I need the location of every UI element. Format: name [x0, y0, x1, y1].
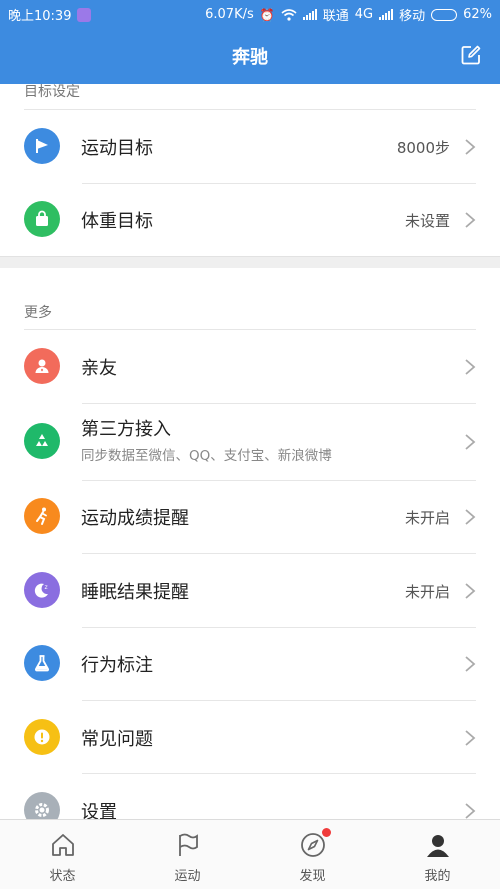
- wifi-icon: [281, 8, 297, 21]
- row-faq[interactable]: 常见问题: [0, 701, 500, 774]
- tab-discover[interactable]: 发现: [250, 820, 375, 889]
- chevron-right-icon: [465, 139, 476, 155]
- row-friends[interactable]: 亲友: [0, 330, 500, 403]
- status-time: 晚上10:39: [8, 9, 72, 24]
- svg-text:z: z: [45, 584, 48, 591]
- edit-icon[interactable]: [460, 44, 482, 66]
- row-third-party[interactable]: 第三方接入 同步数据至微信、QQ、支付宝、新浪微博: [0, 404, 500, 480]
- chevron-right-icon: [465, 212, 476, 228]
- notification-app-icon: [77, 7, 92, 22]
- row-value: 未开启: [404, 583, 450, 601]
- alarm-icon: ⏰: [259, 7, 275, 22]
- chevron-right-icon: [465, 730, 476, 746]
- chevron-right-icon: [465, 803, 476, 819]
- row-weight-goal[interactable]: 体重目标 未设置: [0, 184, 500, 257]
- chevron-right-icon: [465, 434, 476, 450]
- alert-icon: [24, 719, 60, 755]
- network-speed: 6.07K/s: [205, 7, 254, 22]
- row-title: 常见问题: [81, 729, 153, 750]
- network-type: 4G: [354, 7, 374, 22]
- chevron-right-icon: [465, 656, 476, 672]
- row-exercise-goal[interactable]: 运动目标 8000步: [0, 110, 500, 183]
- row-title: 体重目标: [81, 211, 153, 232]
- signal-icon-2: [379, 9, 394, 20]
- row-title: 运动成绩提醒: [81, 508, 189, 529]
- recycle-icon: [24, 423, 60, 459]
- home-icon: [51, 834, 74, 856]
- battery-percent: 62%: [463, 7, 492, 22]
- tab-label: 我的: [424, 869, 451, 884]
- row-sleep-reminder[interactable]: z 睡眠结果提醒 未开启: [0, 554, 500, 627]
- section-label-more: 更多: [24, 305, 52, 321]
- row-title: 亲友: [81, 358, 117, 379]
- runner-icon: [24, 498, 60, 534]
- app-header: 晚上10:39 6.07K/s ⏰ 联通 4G 移动 62% 奔驰: [0, 0, 500, 84]
- gear-icon: [24, 792, 60, 819]
- row-title: 第三方接入: [81, 419, 171, 440]
- chevron-right-icon: [465, 509, 476, 525]
- row-title: 设置: [81, 802, 117, 819]
- chevron-right-icon: [465, 359, 476, 375]
- tab-label: 发现: [299, 869, 326, 884]
- notification-badge: [322, 828, 331, 837]
- section-label-goals: 目标设定: [24, 84, 80, 100]
- flag-icon: [24, 128, 60, 164]
- row-settings[interactable]: 设置: [0, 774, 500, 819]
- row-value: 8000步: [396, 139, 450, 157]
- row-title: 睡眠结果提醒: [81, 582, 189, 603]
- row-value: 未设置: [404, 212, 450, 230]
- status-bar: 晚上10:39 6.07K/s ⏰ 联通 4G 移动 62%: [0, 0, 500, 28]
- compass-icon: [300, 833, 325, 857]
- row-subtitle: 同步数据至微信、QQ、支付宝、新浪微博: [81, 448, 332, 464]
- tab-exercise[interactable]: 运动: [125, 820, 250, 889]
- friends-icon: [24, 348, 60, 384]
- flask-icon: [24, 645, 60, 681]
- page-title: 奔驰: [232, 47, 268, 68]
- chevron-right-icon: [465, 583, 476, 599]
- tab-status[interactable]: 状态: [0, 820, 125, 889]
- signal-icon: [302, 9, 317, 20]
- section-gap: [0, 256, 500, 268]
- carrier-2: 移动: [399, 9, 426, 24]
- row-title: 行为标注: [81, 655, 153, 676]
- settings-content[interactable]: 目标设定 运动目标 8000步 体重目标 未设置 更多 亲友 第三方接入 同步数…: [0, 84, 500, 819]
- tab-label: 运动: [174, 869, 201, 884]
- carrier-1: 联通: [322, 9, 349, 24]
- bag-icon: [24, 201, 60, 237]
- row-title: 运动目标: [81, 138, 153, 159]
- tab-mine[interactable]: 我的: [375, 820, 500, 889]
- bottom-tab-bar: 状态 运动 发现 我的: [0, 819, 500, 889]
- tab-label: 状态: [49, 869, 76, 884]
- row-exercise-reminder[interactable]: 运动成绩提醒 未开启: [0, 481, 500, 554]
- flag-outline-icon: [178, 833, 198, 856]
- profile-icon: [426, 835, 449, 857]
- row-behavior-tagging[interactable]: 行为标注: [0, 628, 500, 701]
- moon-icon: z: [24, 572, 60, 608]
- battery-icon: [431, 8, 458, 21]
- row-value: 未开启: [404, 509, 450, 527]
